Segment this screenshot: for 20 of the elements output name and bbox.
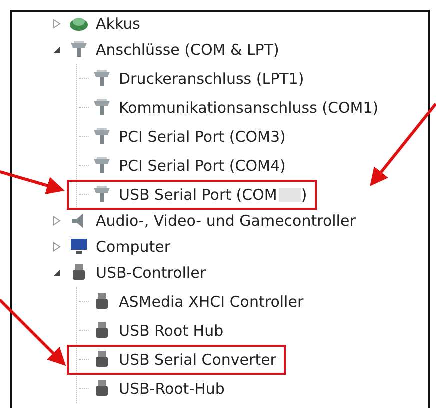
category-label[interactable]: Audio-, Video- und Gamecontroller [96, 212, 356, 230]
device-label[interactable]: USB-Root-Hub [119, 380, 225, 398]
device-label[interactable]: USB Serial Port (COM ) [119, 186, 308, 204]
collapsed-arrow-icon[interactable] [52, 242, 62, 252]
expanded-arrow-icon[interactable] [52, 46, 62, 54]
device-label[interactable]: ASMedia XHCI Controller [119, 292, 304, 310]
device-label[interactable]: Druckeranschluss (LPT1) [119, 70, 304, 88]
category-label[interactable]: USB-Controller [96, 264, 206, 282]
pointer-arrow [0, 170, 65, 194]
category-label[interactable]: Anschlüsse (COM & LPT) [96, 40, 280, 58]
device-label[interactable]: USB Root Hub [119, 322, 224, 340]
collapsed-arrow-icon[interactable] [52, 216, 62, 226]
device-label[interactable]: Kommunikationsanschluss (COM1) [119, 98, 379, 116]
collapsed-arrow-icon[interactable] [52, 18, 62, 28]
device-label[interactable]: USB Serial Converter [119, 350, 276, 368]
expanded-arrow-icon[interactable] [52, 268, 62, 276]
category-label[interactable]: Akkus [96, 14, 140, 32]
device-label[interactable]: PCI Serial Port (COM4) [119, 156, 286, 174]
device-label[interactable]: PCI Serial Port (COM3) [119, 128, 286, 146]
category-label[interactable]: Computer [96, 238, 171, 256]
